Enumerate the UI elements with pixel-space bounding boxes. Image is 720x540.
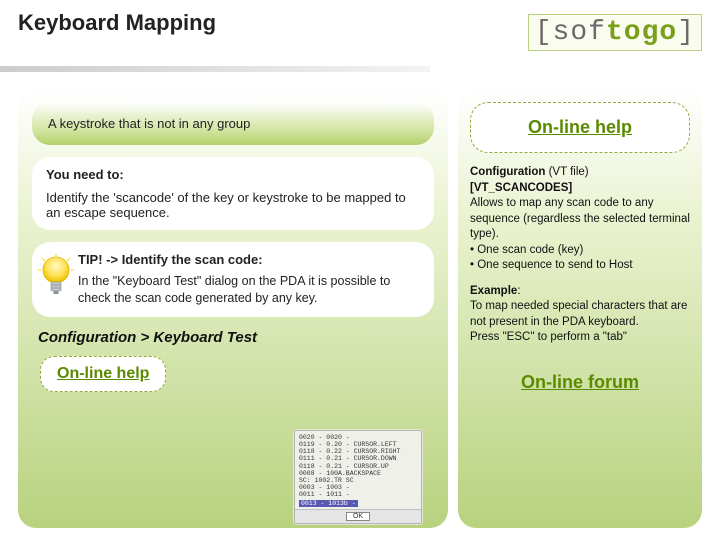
pda-ok-bar: OK: [295, 509, 421, 523]
page-title: Keyboard Mapping: [18, 10, 528, 36]
right-body: Configuration (VT file) [VT_SCANCODES] A…: [470, 165, 690, 394]
logo-pre: [sof: [535, 17, 606, 48]
need-block: You need to: Identify the 'scancode' of …: [32, 157, 434, 230]
header-underline: [0, 66, 430, 72]
tip-text: In the "Keyboard Test" dialog on the PDA…: [78, 273, 420, 307]
pda-line: 0118 - 0.22 - CURSOR.RIGHT: [299, 448, 417, 455]
pda-line: 0020 - 0020 -: [299, 434, 417, 441]
online-help-link-left[interactable]: On-line help: [40, 356, 166, 392]
pda-highlight: 0013 - 1013b -: [299, 500, 358, 507]
tip-heading: TIP! -> Identify the scan code:: [78, 252, 420, 267]
pda-line: SC: 1002.TR SC: [299, 477, 417, 484]
brand-logo: [softogo]: [528, 14, 702, 51]
tip-block: TIP! -> Identify the scan code: In the "…: [32, 242, 434, 317]
pda-screenshot: 0020 - 0020 - 0119 - 0.20 - CURSOR.LEFT …: [294, 430, 422, 524]
pda-line: 0111 - 0.21 - CURSOR.DOWN: [299, 455, 417, 462]
pda-line: 0119 - 0.20 - CURSOR.LEFT: [299, 441, 417, 448]
need-heading: You need to:: [46, 167, 420, 182]
need-text: Identify the 'scancode' of the key or ke…: [46, 190, 420, 220]
left-panel: A keystroke that is not in any group You…: [18, 90, 448, 528]
online-help-label: On-line help: [57, 365, 149, 382]
right-panel: On-line help Configuration (VT file) [VT…: [458, 90, 702, 528]
bullet-1: One scan code (key): [474, 244, 583, 256]
config-path: Configuration > Keyboard Test: [38, 329, 448, 346]
right-banner[interactable]: On-line help: [470, 102, 690, 153]
config-desc: Allows to map any scan code to any seque…: [470, 197, 690, 240]
pda-ok-button[interactable]: OK: [346, 512, 370, 522]
logo-post: ]: [677, 17, 695, 48]
pda-line: 0003 - 1003 -: [299, 484, 417, 491]
online-forum-link[interactable]: On-line forum: [521, 372, 639, 392]
config-heading: Configuration: [470, 166, 545, 178]
vt-section: [VT_SCANCODES]: [470, 182, 572, 194]
example-heading: Example: [470, 285, 517, 297]
config-suffix: (VT file): [545, 166, 588, 178]
lightbulb-icon: [38, 254, 74, 302]
left-banner: A keystroke that is not in any group: [32, 102, 434, 145]
bullet-2: One sequence to send to Host: [474, 259, 633, 271]
pda-line: 0011 - 1011 -: [299, 491, 417, 498]
logo-accent: togo: [606, 17, 677, 48]
online-help-link-right: On-line help: [528, 117, 632, 137]
example-text: To map needed special characters that ar…: [470, 300, 687, 343]
pda-line: 0008 - 100A.BACKSPACE: [299, 470, 417, 477]
pda-line: 0118 - 0.21 - CURSOR.UP: [299, 463, 417, 470]
